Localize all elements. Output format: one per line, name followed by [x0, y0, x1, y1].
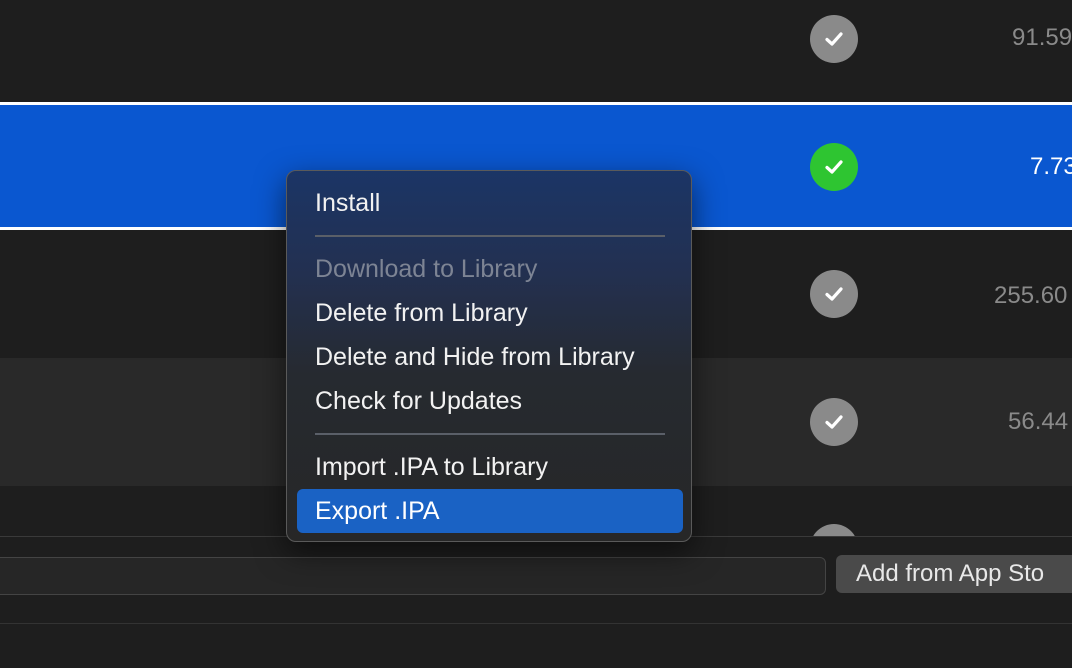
context-menu: Install Download to Library Delete from … [286, 170, 692, 542]
size-label: 56.44 [1008, 408, 1069, 435]
checkmark-circle-icon [810, 398, 858, 446]
menu-item-install[interactable]: Install [297, 181, 683, 225]
checkmark-circle-icon [810, 143, 858, 191]
menu-item-import-ipa[interactable]: Import .IPA to Library [297, 445, 683, 489]
bottom-toolbar: Add from App Sto [0, 536, 1072, 668]
menu-item-delete-and-hide[interactable]: Delete and Hide from Library [297, 335, 683, 379]
menu-item-download-to-library: Download to Library [315, 255, 538, 283]
size-label: 255.60 [994, 282, 1068, 309]
size-label: 7.73 [1030, 153, 1072, 180]
menu-item-export-ipa[interactable]: Export .IPA [297, 489, 683, 533]
menu-item-delete-from-library[interactable]: Delete from Library [297, 291, 683, 335]
menu-separator [315, 235, 665, 237]
menu-separator [315, 433, 665, 435]
size-label: 91.59 [1012, 24, 1072, 51]
divider [0, 623, 1072, 624]
checkmark-circle-icon [810, 270, 858, 318]
table-row[interactable]: 91.59 [0, 0, 1072, 102]
search-input[interactable] [0, 557, 826, 595]
menu-item-check-for-updates[interactable]: Check for Updates [297, 379, 683, 423]
app-window: 91.59 7.73 255.60 56.44 Add from App Sto… [0, 0, 1072, 668]
checkmark-circle-icon [810, 15, 858, 63]
add-from-app-store-button[interactable]: Add from App Sto [836, 555, 1072, 593]
